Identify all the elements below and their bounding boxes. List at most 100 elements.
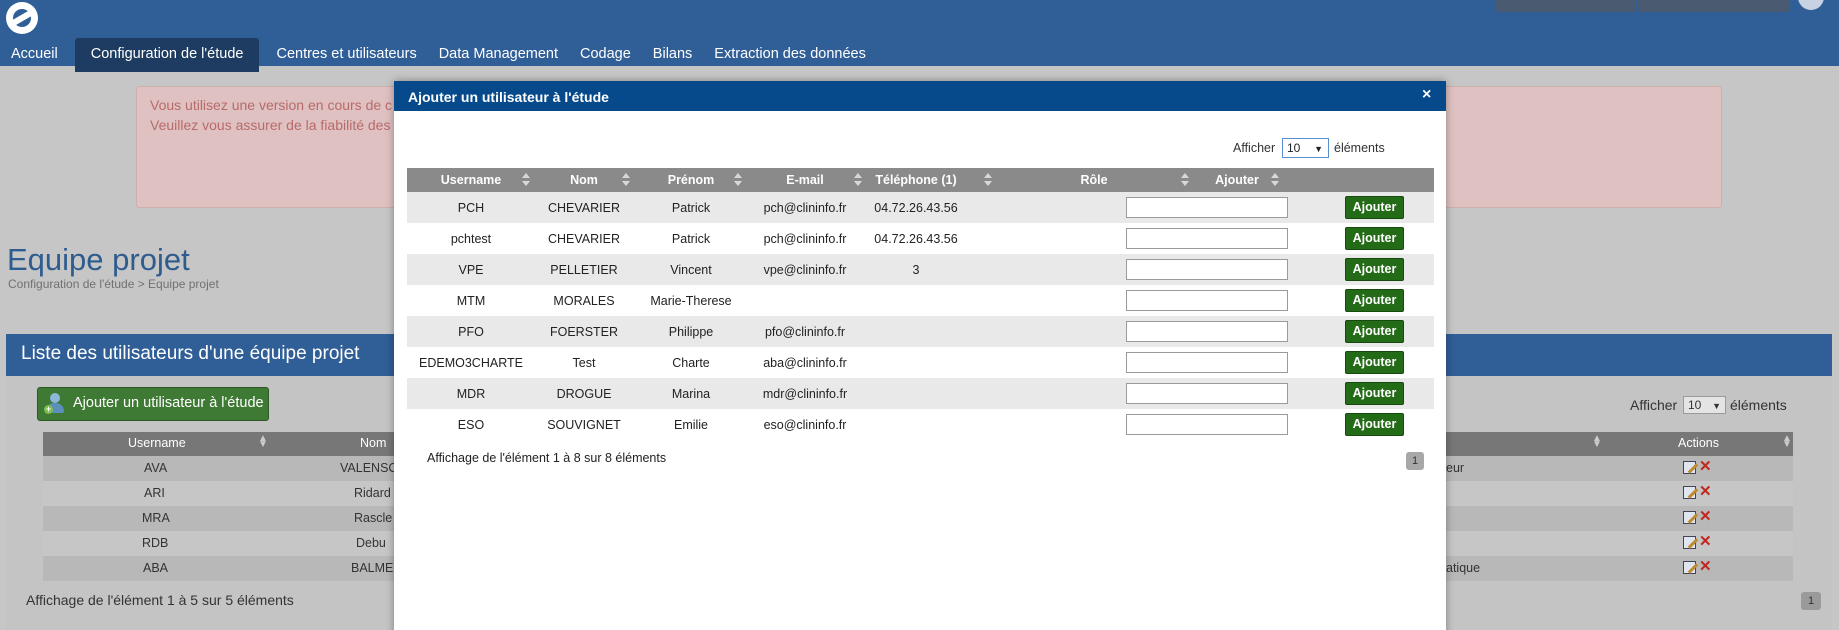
panel-title: Liste des utilisateurs d'une équipe proj… <box>21 343 360 364</box>
ajouter-button[interactable]: Ajouter <box>1345 413 1404 436</box>
cell-prenom: Marie-Therese <box>650 294 732 308</box>
delete-icon[interactable]: ✕ <box>1699 509 1712 525</box>
cell-nom: SOUVIGNET <box>547 418 621 432</box>
edit-icon[interactable] <box>1683 511 1696 524</box>
modal-pagination-page-1[interactable]: 1 <box>1406 452 1424 470</box>
page-size-select[interactable]: 10 ▼ <box>1683 396 1726 414</box>
cell-email: pfo@clininfo.fr <box>764 325 846 339</box>
edit-icon[interactable] <box>1683 486 1696 499</box>
nav-item-configuration[interactable]: Configuration de l'étude <box>74 38 260 72</box>
cell-username: ESO <box>457 418 485 432</box>
nav-item-centres[interactable]: Centres et utilisateurs <box>265 38 427 72</box>
add-user-button-label[interactable]: Ajouter un utilisateur à l'étude <box>73 395 264 411</box>
cell-username: AVA <box>144 461 168 475</box>
edit-icon[interactable] <box>1683 536 1696 549</box>
modal-page-size-value: 10 <box>1287 141 1301 155</box>
study-menu-pill[interactable] <box>1638 0 1790 12</box>
edit-icon[interactable] <box>1683 461 1696 474</box>
pagination-page-1[interactable]: 1 <box>1801 592 1821 610</box>
cell-nom: PELLETIER <box>550 263 618 277</box>
delete-icon[interactable]: ✕ <box>1699 559 1712 575</box>
table-row: VPE PELLETIER Vincent vpe@clininfo.fr 3 … <box>407 254 1434 285</box>
role-input[interactable] <box>1126 383 1288 404</box>
sort-icon[interactable] <box>854 172 862 188</box>
column-header-username[interactable]: Username <box>441 173 501 187</box>
sort-icon[interactable] <box>522 172 530 188</box>
user-menu-pill[interactable] <box>1496 0 1636 12</box>
column-header-prenom[interactable]: Prénom <box>668 173 715 187</box>
table-row: ESO SOUVIGNET Emilie eso@clininfo.fr Ajo… <box>407 409 1434 440</box>
role-input[interactable] <box>1126 259 1288 280</box>
sort-icon[interactable] <box>734 172 742 188</box>
table-row: pchtest CHEVARIER Patrick pch@clininfo.f… <box>407 223 1434 254</box>
ajouter-button[interactable]: Ajouter <box>1345 196 1404 219</box>
role-input[interactable] <box>1126 290 1288 311</box>
cell-prenom: Emilie <box>673 418 709 432</box>
column-header-nom[interactable]: Nom <box>360 436 386 450</box>
add-user-modal: Ajouter un utilisateur à l'étude × Affic… <box>394 81 1446 630</box>
role-input[interactable] <box>1126 414 1288 435</box>
cell-username: MTM <box>456 294 486 308</box>
breadcrumb: Configuration de l'étude > Equipe projet <box>8 277 219 291</box>
nav-item-accueil[interactable]: Accueil <box>0 38 69 72</box>
table-row: PCH CHEVARIER Patrick pch@clininfo.fr 04… <box>407 192 1434 223</box>
page-size-value: 10 <box>1688 398 1702 412</box>
ajouter-button[interactable]: Ajouter <box>1345 320 1404 343</box>
delete-icon[interactable]: ✕ <box>1699 534 1712 550</box>
cell-nom: Ridard <box>354 486 391 500</box>
close-icon[interactable]: × <box>1422 87 1431 103</box>
cell-role: atique <box>1446 561 1481 575</box>
ajouter-button[interactable]: Ajouter <box>1345 227 1404 250</box>
edit-icon[interactable] <box>1683 561 1696 574</box>
column-header-email[interactable]: E-mail <box>786 173 824 187</box>
column-header-nom[interactable]: Nom <box>570 173 598 187</box>
nav-item-bilans[interactable]: Bilans <box>642 38 704 72</box>
modal-page-size-select[interactable]: 10 ▼ <box>1282 138 1329 158</box>
sort-icon[interactable]: ▲ ▼ <box>1782 434 1792 450</box>
cell-username: MRA <box>142 511 170 525</box>
modal-page-size-suffix: éléments <box>1334 141 1385 155</box>
app-logo-icon[interactable] <box>6 2 38 34</box>
role-input[interactable] <box>1126 352 1288 373</box>
table-row: MDR DROGUE Marina mdr@clininfo.fr Ajoute… <box>407 378 1434 409</box>
table-row: MTM MORALES Marie-Therese Ajouter <box>407 285 1434 316</box>
cell-username: PFO <box>458 325 484 339</box>
column-header-actions: Actions <box>1678 436 1719 450</box>
table-row: PFO FOERSTER Philippe pfo@clininfo.fr Aj… <box>407 316 1434 347</box>
modal-header: Ajouter un utilisateur à l'étude × <box>394 81 1446 111</box>
sort-icon[interactable]: ▲ ▼ <box>1592 434 1602 450</box>
ajouter-button[interactable]: Ajouter <box>1345 258 1404 281</box>
sort-icon[interactable] <box>622 172 630 188</box>
cell-nom: FOERSTER <box>549 325 619 339</box>
cell-nom: VALENSC <box>340 461 398 475</box>
cell-telephone: 04.72.26.43.56 <box>874 201 958 215</box>
sort-icon[interactable] <box>1181 172 1189 188</box>
sort-icon[interactable]: ▲ ▼ <box>258 434 268 450</box>
nav-item-extraction[interactable]: Extraction des données <box>703 38 877 72</box>
ajouter-button[interactable]: Ajouter <box>1345 382 1404 405</box>
cell-nom: Test <box>572 356 596 370</box>
ajouter-button[interactable]: Ajouter <box>1345 351 1404 374</box>
chevron-down-icon: ▼ <box>1314 144 1323 154</box>
nav-item-codage[interactable]: Codage <box>569 38 642 72</box>
cell-email: vpe@clininfo.fr <box>763 263 847 277</box>
column-header-role[interactable]: Rôle <box>1080 173 1107 187</box>
cell-username: ARI <box>144 486 165 500</box>
column-header-telephone[interactable]: Téléphone (1) <box>875 173 956 187</box>
role-input[interactable] <box>1126 228 1288 249</box>
delete-icon[interactable]: ✕ <box>1699 484 1712 500</box>
role-input[interactable] <box>1126 321 1288 342</box>
nav-item-data-management[interactable]: Data Management <box>428 38 569 72</box>
row-actions: ✕ <box>1683 559 1712 575</box>
row-actions: ✕ <box>1683 534 1712 550</box>
cell-nom: DROGUE <box>556 387 612 401</box>
cell-username: ABA <box>143 561 169 575</box>
role-input[interactable] <box>1126 197 1288 218</box>
warning-text-line-1: Vous utilisez une version en cours de c <box>150 97 393 113</box>
delete-icon[interactable]: ✕ <box>1699 459 1712 475</box>
sort-icon[interactable] <box>1271 172 1279 188</box>
sort-icon[interactable] <box>984 172 992 188</box>
column-header-username[interactable]: Username <box>128 436 186 450</box>
column-header-ajouter[interactable]: Ajouter <box>1215 173 1259 187</box>
ajouter-button[interactable]: Ajouter <box>1345 289 1404 312</box>
